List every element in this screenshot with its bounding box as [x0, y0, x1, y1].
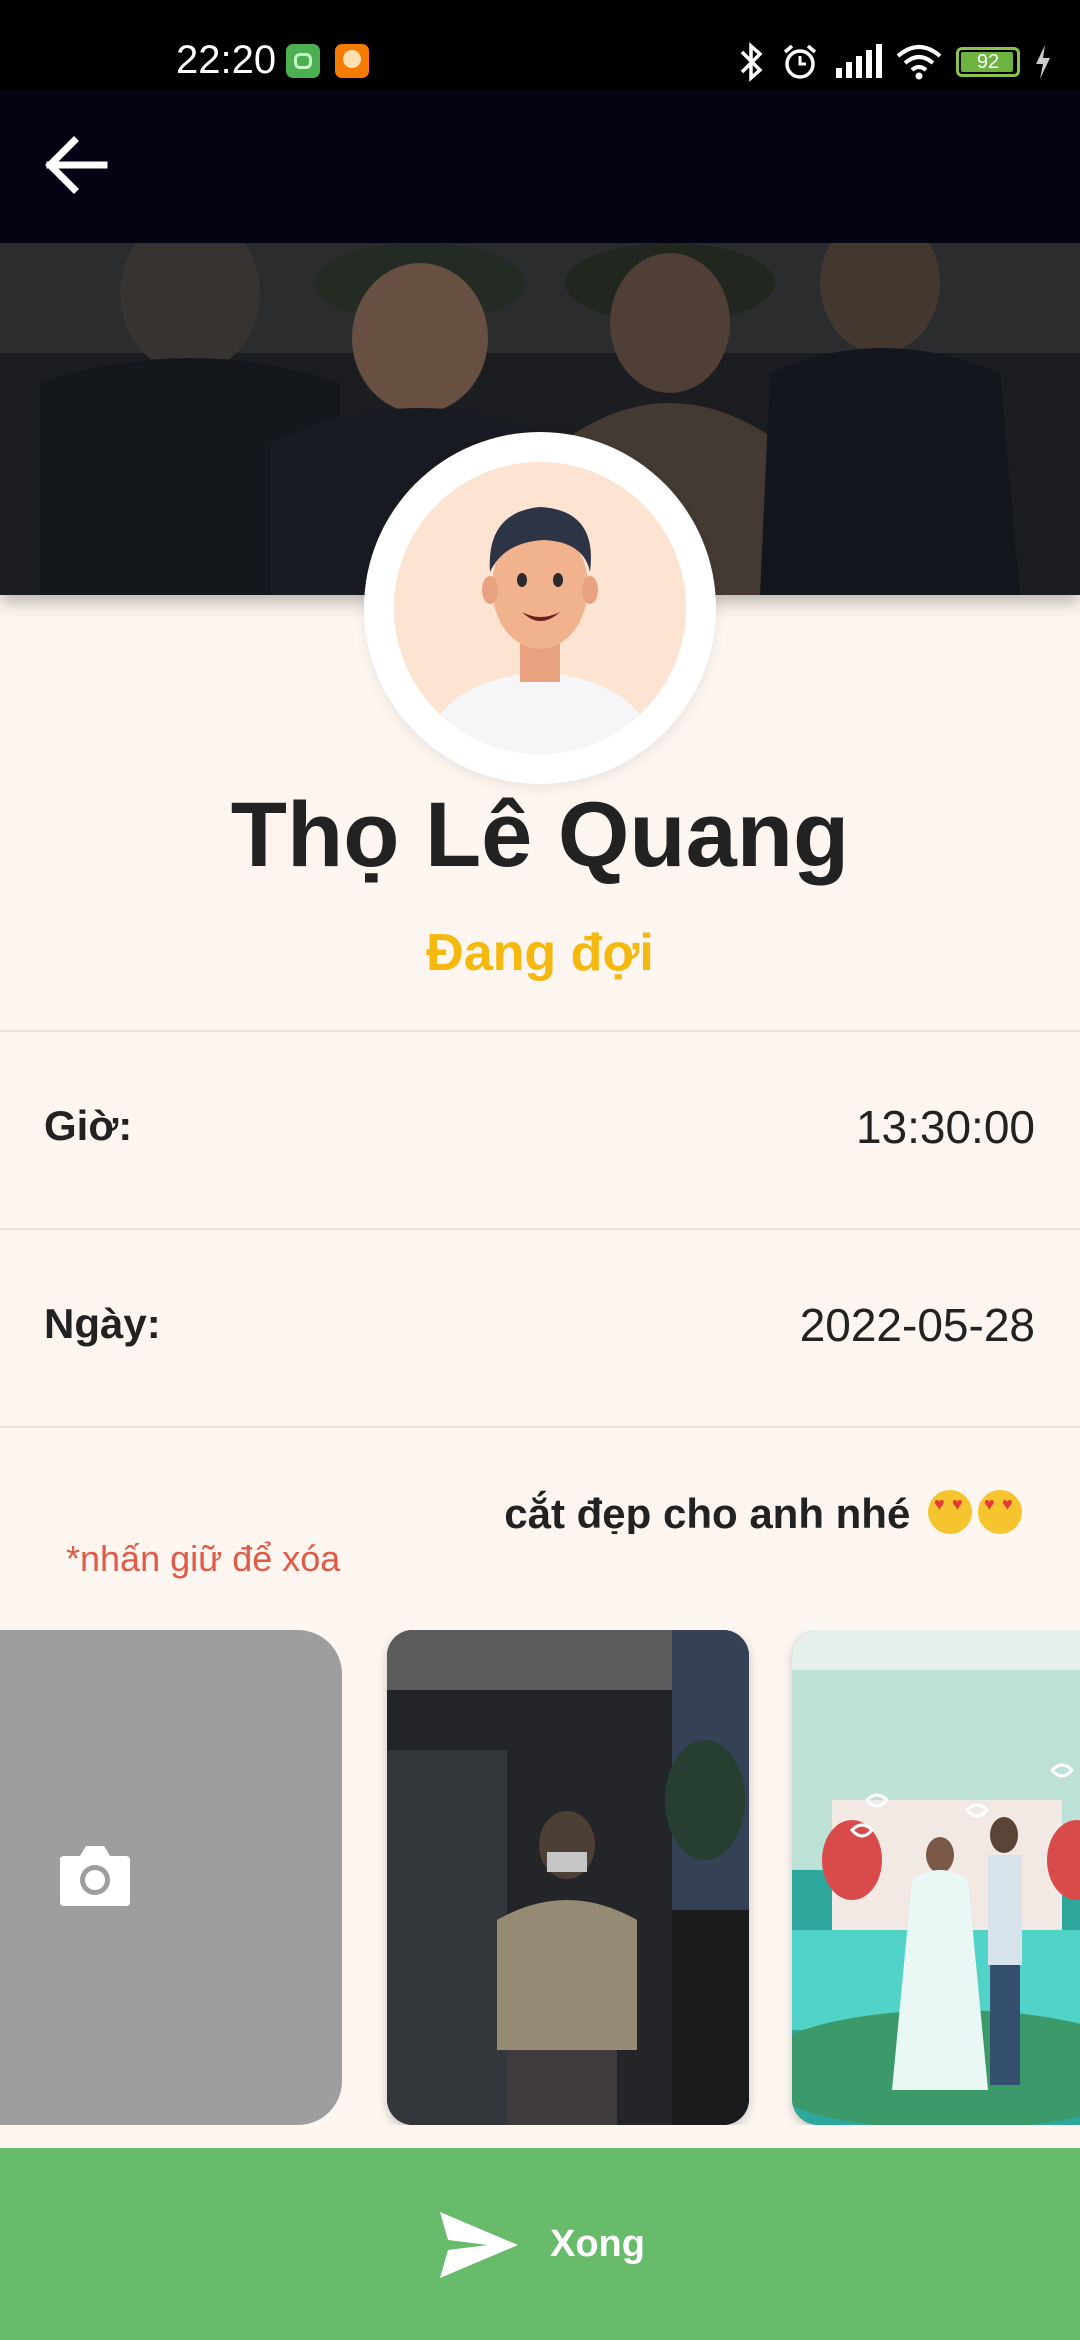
done-button[interactable]: Xong — [0, 2148, 1080, 2340]
done-label: Xong — [550, 2223, 645, 2265]
bluetooth-icon — [740, 42, 763, 82]
time-value: 13:30:00 — [855, 1101, 1035, 1153]
avatar — [394, 462, 686, 754]
delete-hint: *nhấn giữ để xóa — [66, 1538, 341, 1579]
heart-eyes-emoji-icon — [928, 1490, 972, 1534]
divider — [0, 1030, 1080, 1032]
photo-gallery[interactable] — [0, 1630, 1080, 2125]
photo-thumbnail[interactable] — [387, 1630, 749, 2125]
app-bar — [0, 90, 1080, 243]
note-text: cắt đẹp cho anh nhé — [504, 1490, 911, 1534]
status-icons: 92 — [736, 40, 1052, 84]
divider — [0, 1228, 1080, 1230]
orange-app-icon — [335, 44, 369, 78]
arrow-left-icon — [45, 136, 108, 194]
date-label: Ngày: — [44, 1300, 161, 1347]
status-time: 22:20 — [176, 38, 277, 82]
back-button[interactable] — [36, 124, 118, 206]
wifi-icon — [896, 45, 942, 80]
send-icon — [440, 2212, 518, 2278]
heart-eyes-emoji-icon — [978, 1490, 1022, 1534]
photo-image — [792, 1630, 1080, 2125]
green-app-icon — [286, 44, 320, 78]
note: cắt đẹp cho anh nhé — [504, 1490, 1022, 1534]
date-value: 2022-05-28 — [799, 1299, 1035, 1351]
camera-icon — [60, 1846, 130, 1906]
note-container: cắt đẹp cho anh nhé — [0, 1470, 1080, 1534]
signal-icon — [836, 44, 882, 78]
customer-name: Thọ Lê Quang — [230, 784, 850, 886]
time-label: Giờ: — [44, 1102, 133, 1149]
avatar-frame — [364, 432, 716, 784]
charging-icon — [1036, 45, 1050, 79]
status-bar: 22:20 92 — [0, 0, 1080, 90]
battery-level: 92 — [976, 51, 1000, 73]
alarm-icon — [783, 44, 817, 79]
battery-icon: 92 — [956, 47, 1020, 77]
booking-status: Đang đợi — [426, 924, 654, 982]
add-photo-button[interactable] — [0, 1630, 342, 2125]
photo-thumbnail[interactable] — [792, 1630, 1080, 2125]
photo-image — [387, 1630, 749, 2125]
avatar-illustration — [394, 462, 686, 754]
divider — [0, 1426, 1080, 1428]
